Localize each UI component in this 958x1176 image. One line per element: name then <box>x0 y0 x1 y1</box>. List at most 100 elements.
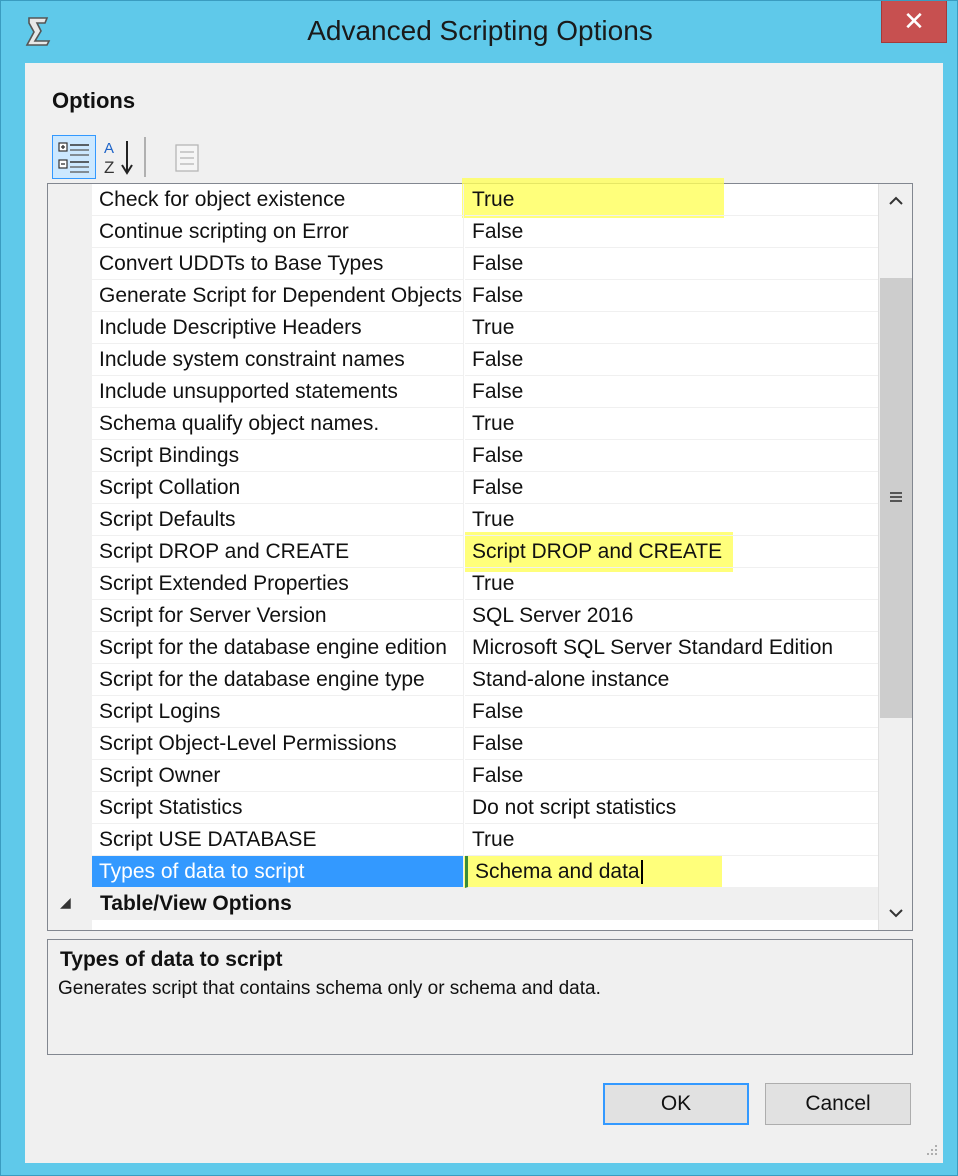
property-name[interactable]: Include unsupported statements <box>92 376 464 408</box>
property-value[interactable]: True <box>465 568 878 600</box>
property-name[interactable]: Script USE DATABASE <box>92 824 464 856</box>
property-value-text: True <box>472 316 514 339</box>
property-name[interactable]: Script Object-Level Permissions <box>92 728 464 760</box>
property-value[interactable]: SQL Server 2016 <box>465 600 878 632</box>
property-value-text: Script DROP and CREATE <box>472 540 722 563</box>
property-value[interactable]: Do not script statistics <box>465 792 878 824</box>
window-title: Advanced Scripting Options <box>1 15 958 47</box>
property-row[interactable]: Script BindingsFalse <box>48 440 878 472</box>
property-name[interactable]: Script DROP and CREATE <box>92 536 464 568</box>
property-name[interactable]: Include system constraint names <box>92 344 464 376</box>
property-value[interactable]: False <box>465 728 878 760</box>
property-name[interactable]: Generate Script for Dependent Objects <box>92 280 464 312</box>
property-name[interactable]: Script for Server Version <box>92 600 464 632</box>
property-row[interactable]: Script for the database engine type Stand… <box>48 664 878 696</box>
property-pages-icon <box>166 135 210 179</box>
property-name[interactable]: Script Logins <box>92 696 464 728</box>
property-value[interactable]: False <box>465 376 878 408</box>
property-value-text: False <box>472 252 523 275</box>
property-value[interactable]: True <box>465 312 878 344</box>
property-name[interactable]: Script Statistics <box>92 792 464 824</box>
property-row[interactable]: Script Extended PropertiesTrue <box>48 568 878 600</box>
property-value[interactable]: False <box>465 216 878 248</box>
close-button[interactable]: ✕ <box>881 1 947 43</box>
property-name[interactable]: Types of data to script <box>92 856 464 888</box>
property-value[interactable]: True <box>465 504 878 536</box>
property-value-text: Do not script statistics <box>472 796 676 819</box>
property-value[interactable]: False <box>465 248 878 280</box>
options-header: Options <box>52 88 135 114</box>
property-name[interactable]: Check for object existence <box>92 184 464 216</box>
dialog-window: Advanced Scripting Options ✕ Options <box>0 0 958 1176</box>
property-value-text: Microsoft SQL Server Standard Edition <box>472 636 833 659</box>
property-row[interactable]: Include system constraint namesFalse <box>48 344 878 376</box>
property-row[interactable]: Schema qualify object names.True <box>48 408 878 440</box>
property-row[interactable]: Types of data to scriptSchema and data <box>48 856 878 888</box>
scrollbar-thumb[interactable] <box>880 278 912 718</box>
property-name[interactable]: Include Descriptive Headers <box>92 312 464 344</box>
property-row[interactable]: Script Collation False <box>48 472 878 504</box>
property-name[interactable]: Convert UDDTs to Base Types <box>92 248 464 280</box>
property-value-text: False <box>472 700 523 723</box>
dialog-client-area: Options A <box>25 63 943 1163</box>
collapse-triangle-icon[interactable]: ◢ <box>60 894 71 911</box>
property-value[interactable]: False <box>465 696 878 728</box>
property-name[interactable]: Script Bindings <box>92 440 464 472</box>
description-title: Types of data to script <box>60 948 282 972</box>
property-name[interactable]: Continue scripting on Error <box>92 216 464 248</box>
property-value[interactable]: Stand-alone instance <box>465 664 878 696</box>
property-value-text: True <box>472 828 514 851</box>
property-value[interactable]: True <box>465 184 878 216</box>
property-row[interactable]: Script Logins False <box>48 696 878 728</box>
property-row[interactable]: Script Object-Level Permissions False <box>48 728 878 760</box>
property-name[interactable]: Script Owner <box>92 760 464 792</box>
resize-grip-icon[interactable] <box>923 1141 939 1157</box>
property-pages-button[interactable] <box>166 135 210 179</box>
property-row[interactable]: Script DefaultsTrue <box>48 504 878 536</box>
property-value-text: Stand-alone instance <box>472 668 669 691</box>
svg-text:Z: Z <box>104 158 114 177</box>
property-value[interactable]: False <box>465 280 878 312</box>
property-value[interactable]: Microsoft SQL Server Standard Edition <box>465 632 878 664</box>
property-value[interactable]: True <box>465 408 878 440</box>
ok-button[interactable]: OK <box>603 1083 749 1125</box>
alphabetical-sort-button[interactable]: A Z <box>100 135 144 179</box>
property-row[interactable]: Script Statistics Do not script statistic… <box>48 792 878 824</box>
property-name[interactable]: Script for the database engine edition <box>92 632 464 664</box>
cancel-button[interactable]: Cancel <box>765 1083 911 1125</box>
property-row[interactable]: Include Descriptive Headers True <box>48 312 878 344</box>
property-value[interactable]: True <box>465 824 878 856</box>
property-value[interactable]: False <box>465 760 878 792</box>
property-row[interactable]: Script for Server VersionSQL Server 2016 <box>48 600 878 632</box>
property-value[interactable]: Schema and data <box>465 856 878 888</box>
property-value[interactable]: False <box>465 440 878 472</box>
property-value-text: False <box>472 284 523 307</box>
property-name[interactable]: Script Defaults <box>92 504 464 536</box>
title-bar[interactable]: Advanced Scripting Options ✕ <box>1 1 958 63</box>
svg-text:A: A <box>104 140 114 157</box>
vertical-scrollbar[interactable] <box>878 184 912 930</box>
property-row[interactable]: Include unsupported statementsFalse <box>48 376 878 408</box>
property-row[interactable]: Generate Script for Dependent Objects Fal… <box>48 280 878 312</box>
property-name[interactable]: Script Extended Properties <box>92 568 464 600</box>
property-value[interactable]: False <box>465 472 878 504</box>
scroll-down-button[interactable] <box>879 896 913 930</box>
property-name[interactable]: Schema qualify object names. <box>92 408 464 440</box>
property-row[interactable]: Script for the database engine edition Mi… <box>48 632 878 664</box>
property-grid: Check for object existenceTrueContinue s… <box>47 183 913 931</box>
property-row[interactable]: Script USE DATABASE True <box>48 824 878 856</box>
scroll-up-button[interactable] <box>879 184 913 218</box>
property-row[interactable]: Script DROP and CREATE Script DROP and CR… <box>48 536 878 568</box>
property-value-text: False <box>472 476 523 499</box>
property-name[interactable]: Script for the database engine type <box>92 664 464 696</box>
property-row[interactable]: Check for object existenceTrue <box>48 184 878 216</box>
property-value[interactable]: Script DROP and CREATE <box>465 536 878 568</box>
property-row[interactable]: Script OwnerFalse <box>48 760 878 792</box>
property-value[interactable]: False <box>465 344 878 376</box>
property-row[interactable]: Continue scripting on ErrorFalse <box>48 216 878 248</box>
property-row[interactable]: Convert UDDTs to Base Types False <box>48 248 878 280</box>
categorized-view-button[interactable] <box>52 135 96 179</box>
property-name[interactable]: Script Collation <box>92 472 464 504</box>
property-value-text: False <box>472 732 523 755</box>
category-table-view-options[interactable]: ◢ Table/View Options <box>48 888 878 920</box>
